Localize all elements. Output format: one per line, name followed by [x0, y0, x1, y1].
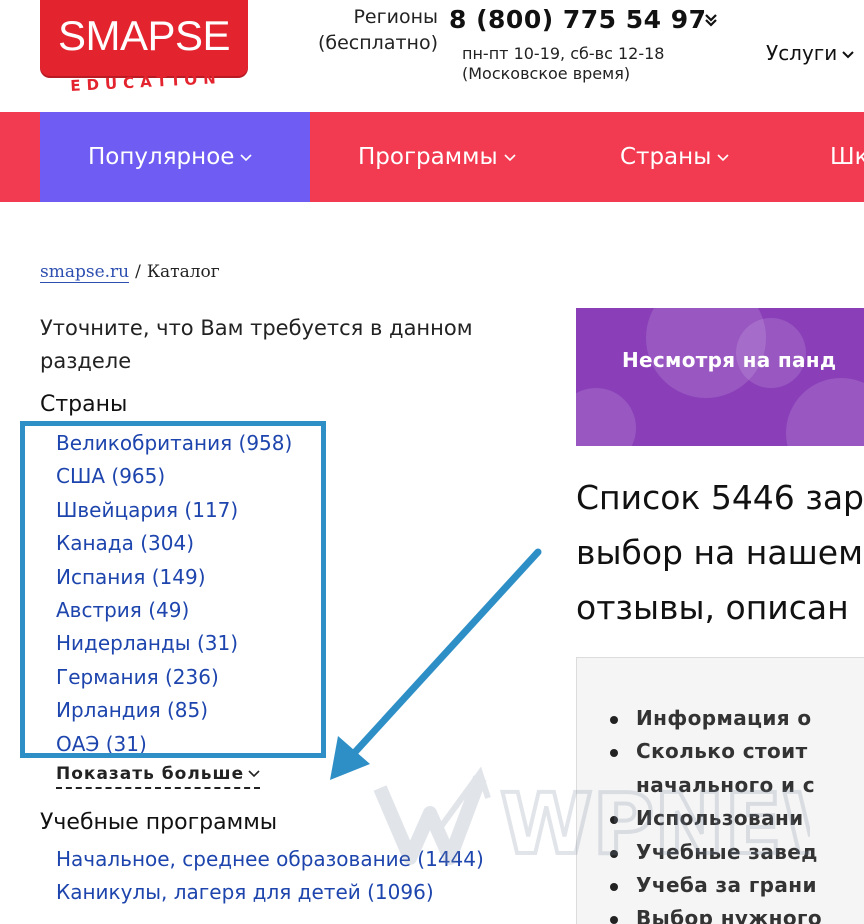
chevron-down-icon: [248, 770, 260, 778]
logo-wordmark: SMAPSE: [57, 12, 231, 59]
filter-intro-text: Уточните, что Вам требуется в данном раз…: [40, 316, 473, 373]
smapse-logo[interactable]: SMAPSE EDUCATION: [38, 0, 250, 104]
banner-bubble: [786, 378, 864, 446]
promo-banner-text: Несмотря на панд: [622, 348, 837, 372]
bullet-icon: [610, 916, 618, 924]
nav-item-label: Программы: [358, 144, 498, 170]
programs-heading: Учебные программы: [40, 810, 278, 835]
nav-item-countries[interactable]: Страны: [620, 112, 729, 202]
site-header: SMAPSE EDUCATION Регионы (бесплатно) 8 (…: [0, 0, 864, 112]
nav-item-popular[interactable]: Популярное: [40, 112, 310, 202]
promo-banner[interactable]: Несмотря на панд: [576, 308, 864, 446]
program-filter-link[interactable]: Каникулы, лагеря для детей (1096): [56, 877, 484, 910]
services-label: Услуги: [766, 41, 838, 65]
bullet-icon: [610, 883, 618, 892]
contents-item-label: Информация о: [636, 706, 812, 730]
main-nav: Популярное Программы Страны Шк: [0, 112, 864, 202]
double-chevron-down-icon[interactable]: [703, 12, 719, 28]
bullet-icon: [610, 716, 618, 724]
regions-free-note: (бесплатно): [317, 32, 438, 54]
headline-line: выбор на нашем: [576, 533, 863, 572]
chevron-down-icon: [240, 153, 252, 161]
phone-number[interactable]: 8 (800) 775 54 97: [449, 5, 707, 34]
regions-label: Регионы (бесплатно): [300, 4, 438, 56]
banner-bubble: [576, 388, 636, 446]
contents-item-label: Учеба за грани: [636, 873, 817, 898]
contents-item[interactable]: Информация о: [610, 702, 822, 735]
show-more-label: Показать больше: [56, 764, 245, 784]
show-more-button[interactable]: Показать больше: [56, 764, 261, 789]
services-menu[interactable]: Услуги: [766, 41, 855, 65]
logo-badge: SMAPSE: [40, 0, 248, 76]
hours-line: пн-пт 10-19, сб-вс 12-18: [462, 44, 665, 63]
chevron-down-icon: [504, 153, 516, 161]
chevron-down-icon: [842, 50, 855, 58]
working-hours: пн-пт 10-19, сб-вс 12-18 (Московское вре…: [462, 44, 664, 84]
contents-item-label: Выбор нужного: [636, 906, 823, 924]
headline-line: отзывы, описан: [576, 588, 849, 627]
headline-line: Список 5446 зар: [576, 478, 864, 517]
annotation-arrow-icon: [330, 548, 542, 780]
annotation-highlight-box: [20, 421, 326, 758]
nav-item-label: Популярное: [88, 144, 235, 170]
nav-item-label: Страны: [620, 144, 712, 170]
nav-item-label: Шк: [830, 144, 864, 170]
chevron-down-icon: [717, 153, 729, 161]
regions-line: Регионы: [353, 6, 438, 28]
breadcrumb-home-link[interactable]: smapse.ru: [40, 262, 130, 283]
contents-item[interactable]: Учеба за грани: [610, 869, 822, 902]
breadcrumb-separator: /: [135, 262, 141, 282]
catalog-headline: Список 5446 зар выбор на нашем отзывы, о…: [576, 470, 864, 635]
countries-heading: Страны: [40, 392, 128, 417]
timezone-note: (Московское время): [462, 64, 631, 83]
contents-item[interactable]: Выбор нужного: [610, 902, 823, 924]
nav-item-schools[interactable]: Шк: [830, 112, 864, 202]
breadcrumb: smapse.ru / Каталог: [40, 262, 220, 283]
nav-item-programs[interactable]: Программы: [358, 112, 516, 202]
breadcrumb-current: Каталог: [146, 262, 220, 282]
